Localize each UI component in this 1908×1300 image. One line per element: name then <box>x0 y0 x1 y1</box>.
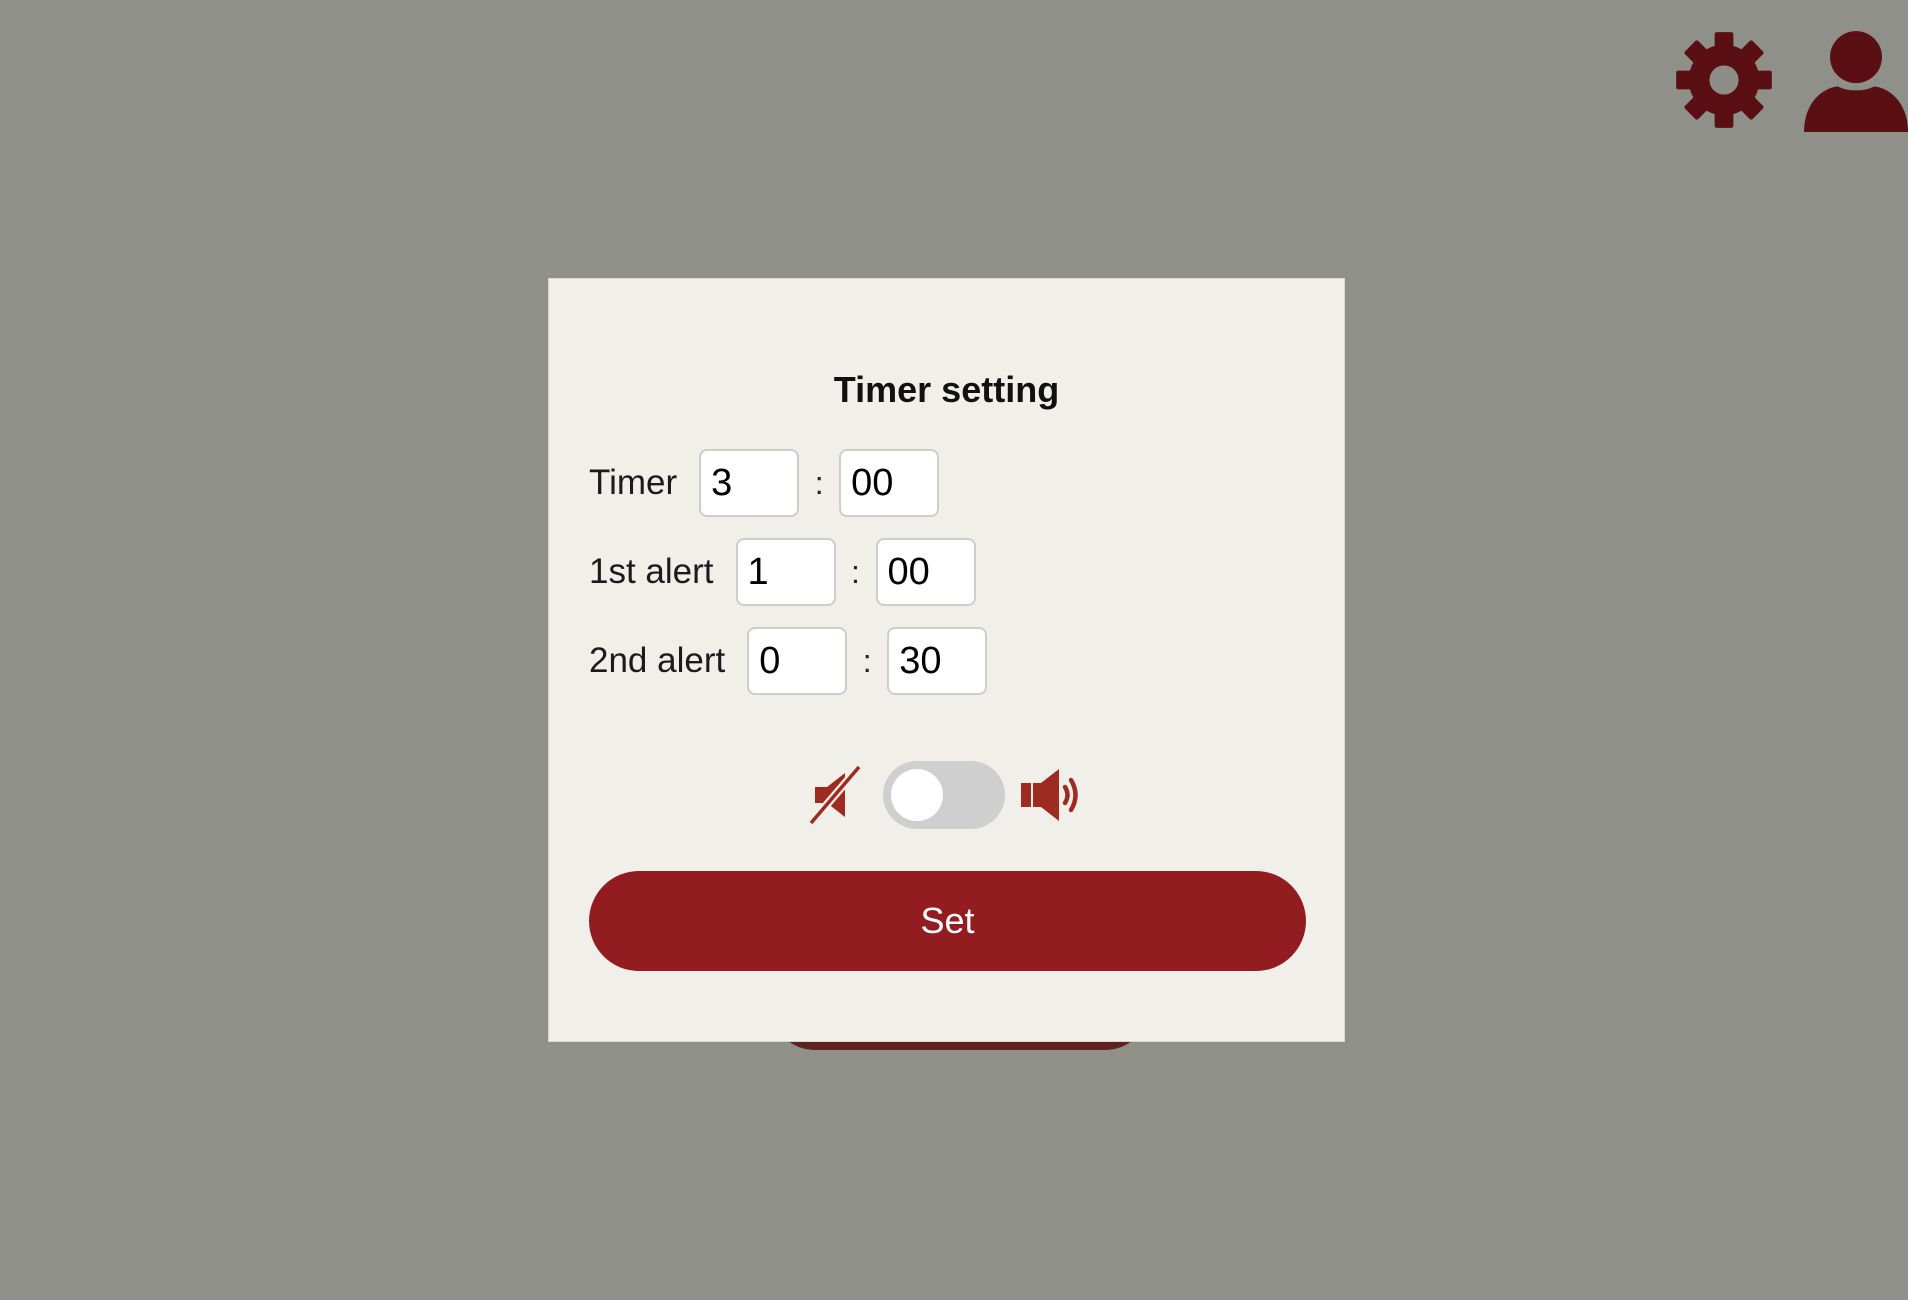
speaker-mute-icon <box>808 764 862 826</box>
time-separator: : <box>851 553 860 590</box>
speaker-volume-icon <box>1020 769 1078 821</box>
time-separator: : <box>862 642 872 679</box>
time-separator: : <box>814 464 824 501</box>
second-alert-minutes-input[interactable] <box>747 627 848 695</box>
page: Timer setting Timer : 1st alert : 2nd al… <box>0 0 1908 1300</box>
sound-toggle[interactable] <box>882 761 1005 829</box>
second-alert-label: 2nd alert <box>589 641 726 680</box>
timer-row: Timer : <box>589 449 940 517</box>
sound-toggle-row <box>549 759 1344 831</box>
timer-seconds-input[interactable] <box>839 449 940 517</box>
timer-minutes-input[interactable] <box>699 449 800 517</box>
first-alert-row: 1st alert : <box>589 538 976 606</box>
timer-label: Timer <box>589 463 678 502</box>
second-alert-seconds-input[interactable] <box>887 627 988 695</box>
second-alert-row: 2nd alert : <box>589 627 988 695</box>
first-alert-minutes-input[interactable] <box>735 538 836 606</box>
user-icon[interactable] <box>1804 28 1908 132</box>
first-alert-label: 1st alert <box>589 552 714 591</box>
gear-icon[interactable] <box>1672 28 1776 132</box>
first-alert-seconds-input[interactable] <box>875 538 976 606</box>
timer-setting-dialog: Timer setting Timer : 1st alert : 2nd al… <box>548 278 1345 1042</box>
set-button[interactable]: Set <box>589 871 1306 971</box>
toggle-knob <box>890 769 943 821</box>
dialog-title: Timer setting <box>833 369 1060 410</box>
